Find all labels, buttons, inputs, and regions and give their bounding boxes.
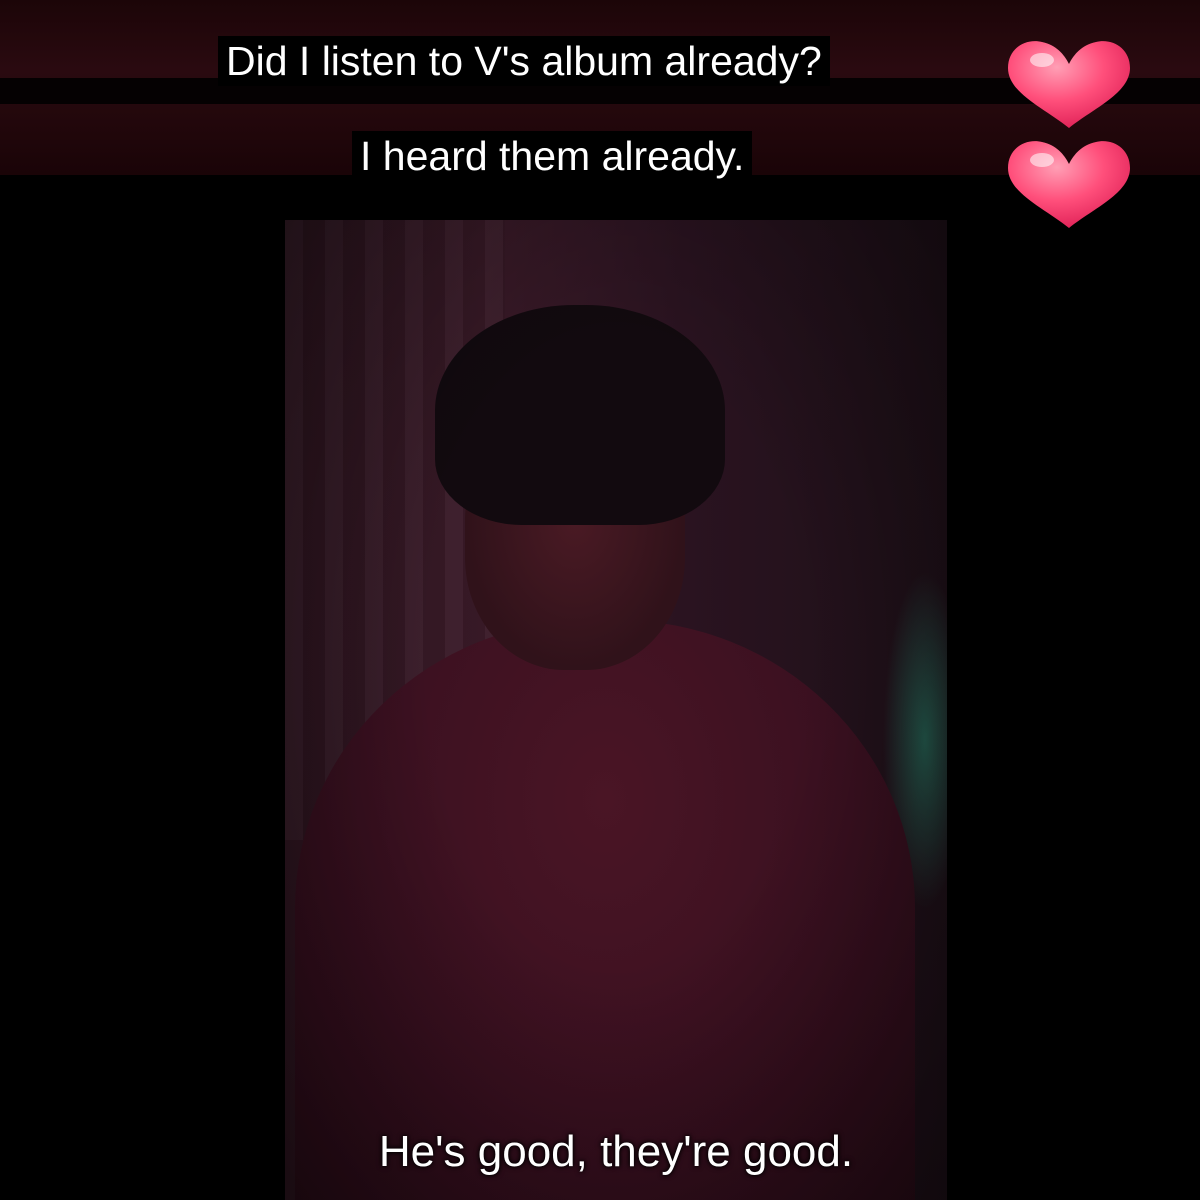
video-subtitle: He's good, they're good. [378, 1127, 854, 1176]
video-frame: He's good, they're good. [285, 220, 947, 1200]
caption-line-2: I heard them already. [352, 131, 753, 181]
vignette [285, 220, 947, 1200]
heart-icon [1008, 141, 1130, 228]
caption-line-1: Did I listen to V's album already? [218, 36, 830, 86]
heart-icon [1008, 41, 1130, 128]
